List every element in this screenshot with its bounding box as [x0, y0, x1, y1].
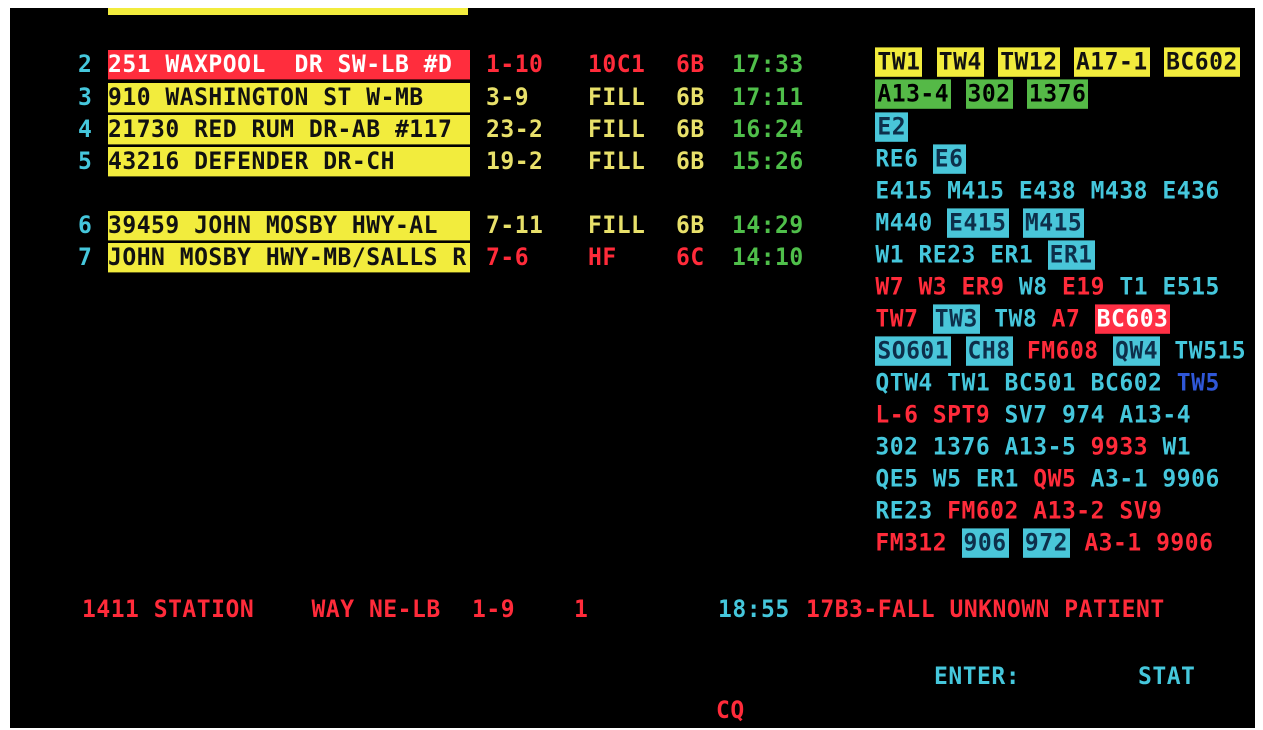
row-number: 7: [78, 244, 93, 272]
incident-zone: 6B: [676, 116, 705, 144]
unit-tag[interactable]: 906: [961, 528, 1009, 558]
incident-time: 14:29: [732, 212, 804, 240]
incident-time: 17:11: [732, 84, 804, 112]
incident-code: 23-2: [486, 116, 544, 144]
incident-code: 7-6: [486, 244, 530, 272]
assigned-units: RE6 E6: [818, 115, 966, 174]
incident-time: 17:33: [732, 51, 804, 79]
row-number: 3: [78, 84, 93, 112]
incident-time: 16:24: [732, 116, 804, 144]
assigned-units: E2: [818, 83, 909, 142]
incident-zone: 6B: [676, 212, 705, 240]
incident-code: 1-10: [486, 51, 544, 79]
incident-code: 19-2: [486, 148, 544, 176]
assigned-units: A13-4 302 1376: [818, 50, 1089, 109]
assigned-units-cont: RE23 FM602 A13-2 SV9: [818, 467, 1162, 524]
incident-zone: 6B: [676, 148, 705, 176]
assigned-units-cont: L-6 SPT9 SV7 974 A13-4: [818, 371, 1191, 428]
incident-address[interactable]: 43216 DEFENDER DR-CH: [108, 147, 470, 177]
assigned-units-cont: FM312 906 972 A3-1 9906: [818, 499, 1213, 558]
stat-label[interactable]: STAT: [1138, 662, 1195, 691]
assigned-units-cont: 302 1376 A13-5 9933 W1: [818, 403, 1191, 460]
incident-address[interactable]: JOHN MOSBY HWY-MB/SALLS R: [108, 243, 470, 273]
incident-zone: 6B: [676, 84, 705, 112]
incident-type: FILL: [588, 212, 646, 240]
incident-type: FILL: [588, 84, 646, 112]
header-highlight-strip: [108, 8, 468, 15]
pending-call-priority: 1: [574, 596, 589, 624]
incident-address[interactable]: 39459 JOHN MOSBY HWY-AL: [108, 211, 470, 241]
assigned-units-cont: QE5 W5 ER1 QW5 A3-1 9906: [818, 435, 1220, 492]
pending-call-address[interactable]: 1411 STATION WAY NE-LB: [82, 595, 441, 624]
incident-time: 15:26: [732, 148, 804, 176]
assigned-units-cont: SO601 CH8 FM608 QW4 TW515: [818, 307, 1246, 366]
incident-time: 14:10: [732, 244, 804, 272]
unit-tag[interactable]: M438: [1091, 177, 1148, 204]
unit-tag[interactable]: 972: [1022, 528, 1070, 558]
top-unit-list: TW1 TW4 TW12 A17-1 BC602: [818, 18, 1240, 77]
row-number: 4: [78, 116, 93, 144]
assigned-units: W1 RE23 ER1 ER1: [818, 211, 1095, 270]
assigned-units-cont: QTW4 TW1 BC501 BC602 TW5: [818, 339, 1220, 396]
dispatch-terminal-screen: TW1 TW4 TW12 A17-1 BC602 2 251 WAXPOOL D…: [10, 8, 1255, 728]
incident-address[interactable]: 910 WASHINGTON ST W-MB: [108, 83, 470, 113]
incident-zone: 6B: [676, 51, 705, 79]
assigned-units: W7 W3 ER9 W8 E19 T1 E515: [818, 243, 1220, 300]
row-number: 6: [78, 212, 93, 240]
unit-tag[interactable]: BC602: [1164, 47, 1240, 77]
incident-address[interactable]: 251 WAXPOOL DR SW-LB #D: [108, 50, 470, 80]
assigned-units: E415 M415 E438 M438 E436: [818, 147, 1220, 204]
unit-tag[interactable]: FM312: [875, 529, 947, 556]
pending-call-time: 18:55: [718, 596, 790, 624]
incident-type: 10C1: [588, 51, 646, 79]
incident-type: FILL: [588, 148, 646, 176]
incident-type: HF: [588, 244, 617, 272]
pending-call-nature: 17B3-FALL UNKNOWN PATIENT: [806, 596, 1165, 624]
pending-call-code: 1-9: [472, 596, 516, 624]
incident-type: FILL: [588, 116, 646, 144]
unit-tag[interactable]: E436: [1162, 177, 1219, 204]
row-number: 2: [78, 51, 93, 79]
assigned-units-cont: M440 E415 M415: [818, 179, 1085, 238]
row-number: 5: [78, 148, 93, 176]
incident-code: 3-9: [486, 84, 530, 112]
unit-tag[interactable]: 1376: [1026, 79, 1089, 109]
incident-code: 7-11: [486, 212, 544, 240]
incident-address[interactable]: 21730 RED RUM DR-AB #117: [108, 115, 470, 145]
incident-zone: 6C: [676, 244, 705, 272]
unit-tag[interactable]: 302: [965, 79, 1013, 109]
assigned-units-cont: TW7 TW3 TW8 A7 BC603: [818, 275, 1171, 334]
unit-tag[interactable]: 9906: [1162, 465, 1219, 492]
enter-prompt-label: ENTER:: [934, 663, 1021, 691]
unit-tag[interactable]: 9906: [1156, 529, 1213, 556]
command-input[interactable]: CQ: [716, 696, 745, 725]
unit-tag[interactable]: A3-1: [1084, 529, 1141, 556]
unit-tag[interactable]: E515: [1162, 273, 1219, 300]
